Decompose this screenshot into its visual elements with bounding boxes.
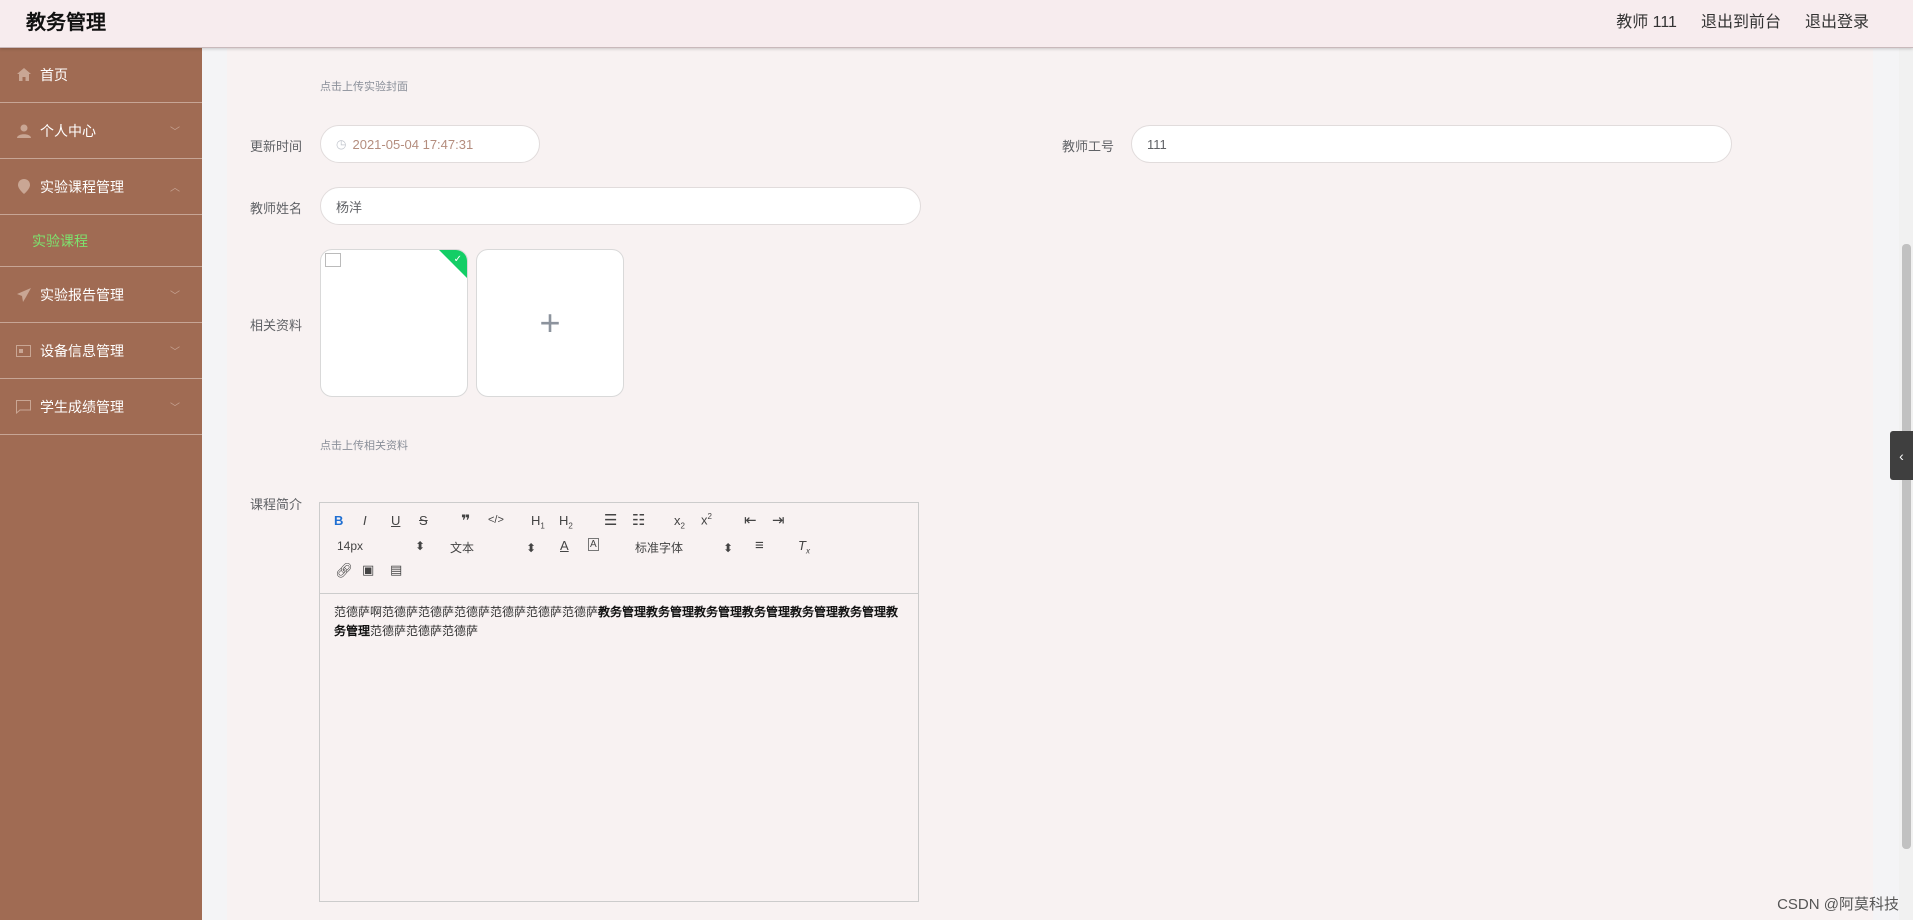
sidebar-item-grade-management[interactable]: 学生成绩管理 ﹀ [0, 379, 202, 435]
video-icon[interactable]: ▤ [390, 562, 402, 578]
chevron-up-icon: ︿ [170, 183, 180, 194]
editor-content[interactable]: 范德萨啊范德萨范德萨范德萨范德萨范德萨范德萨教务管理教务管理教务管理教务管理教务… [334, 603, 904, 641]
editor-text-plain-end: 范德萨范德萨范德萨 [370, 624, 479, 638]
teacher-id-field[interactable]: 111 [1131, 125, 1732, 163]
main-content: 点击上传实验封面 更新时间 ◷ 2021-05-04 17:47:31 教师工号… [202, 47, 1913, 920]
chevron-down-icon: ﹀ [170, 127, 180, 138]
editor-text-plain: 范德萨啊范德萨范德萨范德萨范德萨范德萨范德萨 [334, 605, 599, 619]
materials-upload-hint: 点击上传相关资料 [320, 440, 408, 452]
top-header: 教务管理 教师 111 退出到前台 退出登录 [0, 0, 1913, 48]
cover-upload-hint: 点击上传实验封面 [320, 81, 408, 93]
font-family-select[interactable]: 标准字体 ⬍ [635, 539, 733, 556]
user-icon [16, 123, 31, 138]
bullet-list-button[interactable]: ☷ [632, 511, 645, 529]
indent-button[interactable]: ⇥ [772, 511, 785, 529]
chat-icon [16, 399, 31, 414]
chevron-down-icon: ﹀ [170, 347, 180, 358]
subscript-button[interactable]: x2 [674, 513, 685, 531]
update-time-field[interactable]: ◷ 2021-05-04 17:47:31 [320, 125, 540, 163]
code-button[interactable]: </> [488, 514, 504, 526]
back-to-front-link[interactable]: 退出到前台 [1701, 8, 1781, 32]
chevron-updown-icon: ⬍ [723, 541, 734, 555]
broken-image-icon [325, 253, 341, 267]
teacher-id-value: 111 [1147, 136, 1167, 152]
sidebar-item-label: 实验报告管理 [40, 286, 124, 303]
sidebar-item-personal-center[interactable]: 个人中心 ﹀ [0, 103, 202, 159]
rich-text-editor[interactable]: B I U S ❞ </> H1 H2 ☰ ☷ x2 x2 ⇤ ⇥ 14px ⬍ … [319, 502, 919, 902]
teacher-name-value: 杨洋 [336, 199, 363, 215]
scrollbar-thumb[interactable] [1902, 244, 1911, 849]
link-icon[interactable]: 🔗︎ [335, 562, 353, 579]
course-intro-label: 课程简介 [250, 497, 303, 512]
outdent-button[interactable]: ⇤ [744, 511, 757, 529]
font-size-value: 14px [337, 539, 364, 553]
sidebar-item-label: 设备信息管理 [40, 342, 124, 359]
strike-button[interactable]: S [419, 513, 428, 528]
heading2-button[interactable]: H2 [559, 513, 573, 531]
sidebar-item-label: 实验课程管理 [40, 178, 124, 195]
update-time-label: 更新时间 [250, 139, 303, 154]
clock-icon: ◷ [336, 137, 347, 151]
upload-add-button[interactable]: + [476, 249, 624, 397]
underline-button[interactable]: U [391, 513, 400, 528]
check-icon: ✓ [453, 254, 462, 265]
sidebar-item-device-management[interactable]: 设备信息管理 ﹀ [0, 323, 202, 379]
background-color-button[interactable]: A [588, 538, 599, 551]
send-icon [16, 287, 31, 302]
superscript-button[interactable]: x2 [701, 512, 712, 527]
chevron-down-icon: ﹀ [170, 291, 180, 302]
quote-button[interactable]: ❞ [461, 511, 470, 531]
update-time-value: 2021-05-04 17:47:31 [352, 136, 474, 152]
location-icon [16, 179, 31, 194]
image-icon[interactable]: ▣ [362, 562, 374, 578]
plus-icon: + [539, 302, 561, 343]
chevron-down-icon: ﹀ [170, 403, 180, 414]
sidebar-item-home[interactable]: 首页 [0, 47, 202, 103]
sidebar-item-course-management[interactable]: 实验课程管理 ︿ [0, 159, 202, 215]
teacher-name-field[interactable]: 杨洋 [320, 187, 921, 225]
ordered-list-button[interactable]: ☰ [604, 511, 617, 529]
teacher-id-label: 教师工号 [1062, 139, 1115, 154]
home-icon [16, 67, 31, 82]
logout-link[interactable]: 退出登录 [1805, 8, 1869, 32]
chevron-left-icon: ‹ [1899, 447, 1904, 464]
font-size-select[interactable]: 14px ⬍ [337, 539, 425, 553]
header-actions: 教师 111 退出到前台 退出登录 [1616, 8, 1869, 32]
editor-toolbar: B I U S ❞ </> H1 H2 ☰ ☷ x2 x2 ⇤ ⇥ 14px ⬍ … [320, 503, 918, 594]
bold-button[interactable]: B [334, 513, 343, 528]
sidebar-item-label: 学生成绩管理 [40, 398, 124, 415]
teacher-name-label: 教师姓名 [250, 201, 303, 216]
current-user: 教师 111 [1616, 14, 1677, 31]
watermark: CSDN @阿莫科技 [1777, 896, 1899, 913]
app-title: 教务管理 [26, 12, 106, 34]
sidebar-item-label: 首页 [40, 66, 68, 83]
uploaded-file-thumbnail[interactable]: ✓ [320, 249, 468, 397]
italic-button[interactable]: I [363, 513, 367, 528]
align-button[interactable]: ≡ [755, 537, 764, 554]
page-scrollbar[interactable] [1899, 47, 1913, 920]
collapse-panel-button[interactable]: ‹ [1890, 431, 1913, 480]
font-family-value: 标准字体 [635, 541, 684, 555]
sidebar-item-label: 个人中心 [40, 122, 96, 139]
sidebar-subitem-course[interactable]: 实验课程 [0, 215, 202, 267]
block-type-value: 文本 [450, 541, 475, 555]
chevron-updown-icon: ⬍ [526, 541, 537, 555]
sidebar-item-report-management[interactable]: 实验报告管理 ﹀ [0, 267, 202, 323]
sidebar: 首页 个人中心 ﹀ 实验课程管理 ︿ 实验课程 实验报告管理 ﹀ 设备信息管理 … [0, 47, 202, 920]
clear-format-button[interactable]: Tx [798, 538, 810, 556]
materials-label: 相关资料 [250, 318, 303, 333]
block-type-select[interactable]: 文本 ⬍ [450, 539, 536, 556]
heading1-button[interactable]: H1 [531, 513, 545, 531]
font-color-button[interactable]: A [560, 538, 569, 553]
card-icon [16, 343, 31, 358]
chevron-updown-icon: ⬍ [415, 539, 426, 553]
